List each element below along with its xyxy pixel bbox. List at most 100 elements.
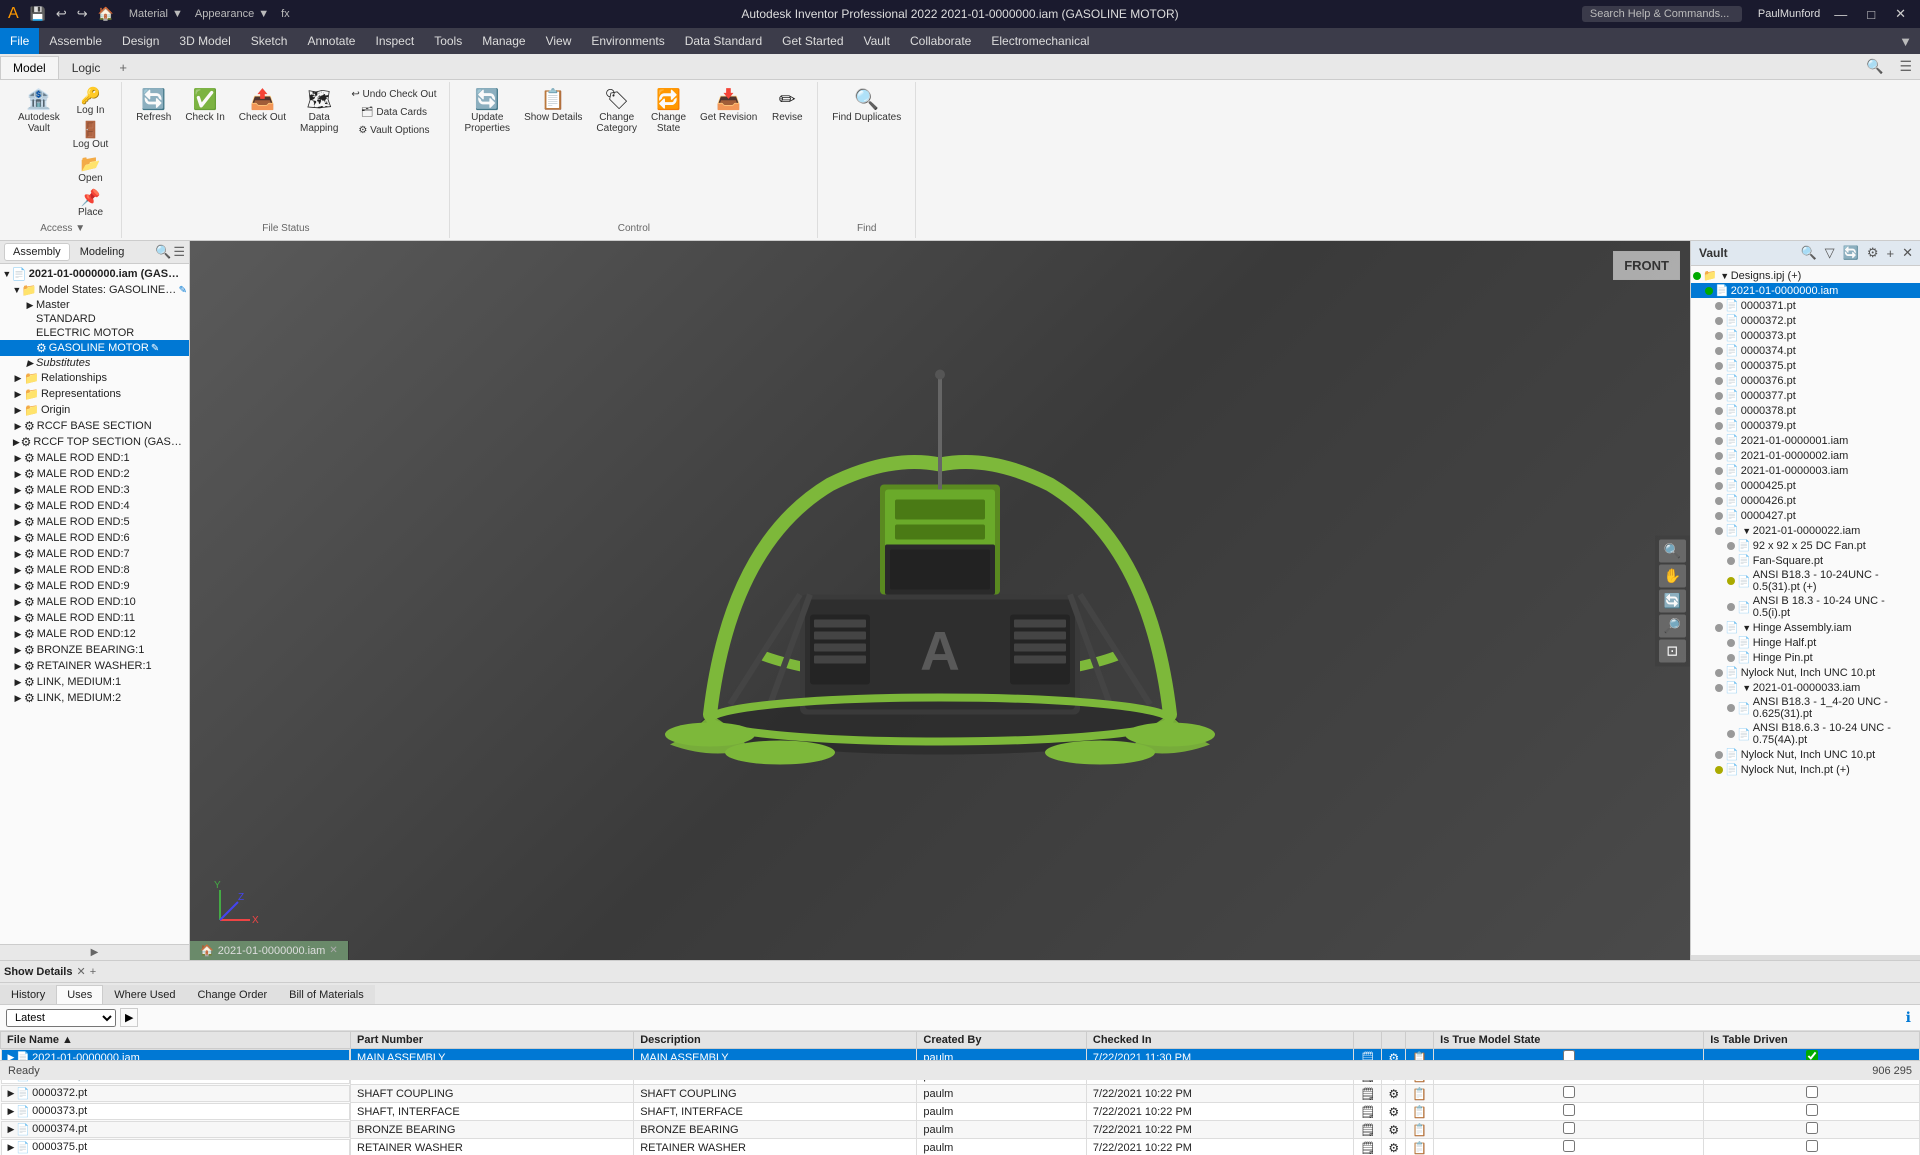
vault-item-425[interactable]: 📄 0000425.pt xyxy=(1691,478,1920,493)
ribbon-btn-changestate[interactable]: 🔁 ChangeState xyxy=(645,86,692,138)
col-truestate[interactable]: Is True Model State xyxy=(1434,1032,1704,1049)
vault-item-ansi2[interactable]: 📄 ANSI B 18.3 - 10-24 UNC - 0.5(i).pt xyxy=(1691,594,1920,620)
expand-rccf-base[interactable]: ▶ xyxy=(12,421,24,432)
pan-btn[interactable]: ✋ xyxy=(1659,564,1686,587)
vault-item-nylock2[interactable]: 📄 Nylock Nut, Inch UNC 10.pt xyxy=(1691,747,1920,762)
tab-search-icon[interactable]: 🔍 xyxy=(1858,54,1891,79)
cell-tabledriven[interactable] xyxy=(1704,1139,1920,1155)
menu-environments[interactable]: Environments xyxy=(581,28,674,54)
expand-0022[interactable]: ▼ xyxy=(1741,526,1753,536)
zoom-out-btn[interactable]: 🔎 xyxy=(1659,614,1686,637)
menu-inspect[interactable]: Inspect xyxy=(365,28,424,54)
tree-item-relationships[interactable]: ▶ 📁 Relationships xyxy=(0,370,189,386)
menu-annotate[interactable]: Annotate xyxy=(297,28,365,54)
menu-vault[interactable]: Vault xyxy=(854,28,900,54)
expand-substitutes[interactable]: ▶ xyxy=(24,358,36,369)
tree-item-rccf-top[interactable]: ▶ ⚙ RCCF TOP SECTION (GASOLINE MOTO... xyxy=(0,434,189,450)
vault-item-main-iam[interactable]: 📄 2021-01-0000000.iam xyxy=(1691,283,1920,298)
tree-item-electric-motor[interactable]: ELECTRIC MOTOR xyxy=(0,326,189,340)
expand-male-rod-4[interactable]: ▶ xyxy=(12,501,24,512)
expand-male-rod-8[interactable]: ▶ xyxy=(12,565,24,576)
expand-rccf-top[interactable]: ▶ xyxy=(12,437,21,448)
ribbon-btn-datamapping[interactable]: 🗺 DataMapping xyxy=(294,86,344,138)
tree-item-model-states[interactable]: ▼ 📁 Model States: GASOLINE MOTOR ✎ xyxy=(0,282,189,298)
col-checkedin[interactable]: Checked In xyxy=(1086,1032,1353,1049)
menu-file[interactable]: File xyxy=(0,28,39,54)
col-tabledriven[interactable]: Is Table Driven xyxy=(1704,1032,1920,1049)
model-tab-close[interactable]: ✕ xyxy=(329,945,337,956)
expand-bronze[interactable]: ▶ xyxy=(12,645,24,656)
menu-design[interactable]: Design xyxy=(112,28,169,54)
ribbon-btn-logout[interactable]: 🚪 Log Out xyxy=(68,120,114,153)
vault-item-fan-square[interactable]: 📄 Fan-Square.pt xyxy=(1691,553,1920,568)
expand-male-rod-12[interactable]: ▶ xyxy=(12,629,24,640)
expand-origin[interactable]: ▶ xyxy=(12,405,24,416)
vault-item-378[interactable]: 📄 0000378.pt xyxy=(1691,403,1920,418)
ribbon-btn-vaultoptions[interactable]: ⚙ Vault Options xyxy=(346,122,441,139)
tab-model[interactable]: Model xyxy=(0,56,59,79)
vault-item-hinge-half[interactable]: 📄 Hinge Half.pt xyxy=(1691,635,1920,650)
ribbon-btn-findduplicates[interactable]: 🔍 Find Duplicates xyxy=(826,86,907,127)
vault-item-designs[interactable]: 📁 ▼ Designs.ipj (+) xyxy=(1691,268,1920,283)
ribbon-collapse-icon[interactable]: ▼ xyxy=(1891,34,1920,49)
cell-truestate[interactable] xyxy=(1434,1085,1704,1103)
tree-item-representations[interactable]: ▶ 📁 Representations xyxy=(0,386,189,402)
row-expand-icon[interactable]: ▶ xyxy=(8,1106,15,1117)
filter-apply-btn[interactable]: ▶ xyxy=(120,1008,138,1027)
expand-male-rod-6[interactable]: ▶ xyxy=(12,533,24,544)
tree-item-male-rod-1[interactable]: ▶ ⚙ MALE ROD END:1 xyxy=(0,450,189,466)
tree-item-standard[interactable]: STANDARD xyxy=(0,312,189,326)
expand-male-rod-7[interactable]: ▶ xyxy=(12,549,24,560)
vault-item-nylock1[interactable]: 📄 Nylock Nut, Inch UNC 10.pt xyxy=(1691,665,1920,680)
col-createdby[interactable]: Created By xyxy=(917,1032,1087,1049)
col-description[interactable]: Description xyxy=(634,1032,917,1049)
checkbox-truestate[interactable] xyxy=(1563,1122,1575,1134)
vault-item-373[interactable]: 📄 0000373.pt xyxy=(1691,328,1920,343)
maximize-btn[interactable]: □ xyxy=(1861,5,1881,24)
expand-hinge[interactable]: ▼ xyxy=(1741,623,1753,633)
row-expand-icon[interactable]: ▶ xyxy=(8,1088,15,1099)
vault-item-0033[interactable]: 📄 ▼ 2021-01-0000033.iam xyxy=(1691,680,1920,695)
vault-item-426[interactable]: 📄 0000426.pt xyxy=(1691,493,1920,508)
vault-item-371[interactable]: 📄 0000371.pt xyxy=(1691,298,1920,313)
vault-item-0022[interactable]: 📄 ▼ 2021-01-0000022.iam xyxy=(1691,523,1920,538)
quick-access-redo[interactable]: ↪ xyxy=(74,4,91,24)
cell-tabledriven[interactable] xyxy=(1704,1121,1920,1139)
expand-male-rod-3[interactable]: ▶ xyxy=(12,485,24,496)
vault-item-372[interactable]: 📄 0000372.pt xyxy=(1691,313,1920,328)
viewport[interactable]: A xyxy=(190,241,1690,960)
vault-search-btn[interactable]: 🔍 xyxy=(1797,243,1819,263)
ribbon-btn-datacards[interactable]: 🗂 Data Cards xyxy=(346,104,441,121)
table-row[interactable]: ▶📄0000375.ptRETAINER WASHERRETAINER WASH… xyxy=(1,1139,1920,1155)
tree-item-male-rod-7[interactable]: ▶ ⚙ MALE ROD END:7 xyxy=(0,546,189,562)
row-expand-icon[interactable]: ▶ xyxy=(8,1142,15,1153)
fit-btn[interactable]: ⊡ xyxy=(1659,639,1686,662)
tab-modeling[interactable]: Modeling xyxy=(72,244,133,260)
expand-male-rod-9[interactable]: ▶ xyxy=(12,581,24,592)
search-help-input[interactable]: Search Help & Commands... xyxy=(1582,6,1742,22)
vault-item-427[interactable]: 📄 0000427.pt xyxy=(1691,508,1920,523)
edit-gasoline-icon[interactable]: ✎ xyxy=(151,343,159,354)
vault-item-375[interactable]: 📄 0000375.pt xyxy=(1691,358,1920,373)
tree-item-male-rod-4[interactable]: ▶ ⚙ MALE ROD END:4 xyxy=(0,498,189,514)
menu-data-standard[interactable]: Data Standard xyxy=(675,28,772,54)
cell-truestate[interactable] xyxy=(1434,1121,1704,1139)
menu-electromechanical[interactable]: Electromechanical xyxy=(981,28,1099,54)
tree-scroll-more[interactable]: ▶ xyxy=(0,944,189,960)
expand-male-rod-5[interactable]: ▶ xyxy=(12,517,24,528)
expand-model-states[interactable]: ▼ xyxy=(12,285,22,295)
expand-master[interactable]: ▶ xyxy=(24,300,36,311)
vault-settings-btn[interactable]: ⚙ xyxy=(1864,243,1882,263)
tree-item-bronze-bearing[interactable]: ▶ ⚙ BRONZE BEARING:1 xyxy=(0,642,189,658)
menu-sketch[interactable]: Sketch xyxy=(241,28,298,54)
quick-access-home[interactable]: 🏠 xyxy=(95,4,117,24)
vault-filter-btn[interactable]: ▽ xyxy=(1822,243,1838,263)
expand-male-rod-2[interactable]: ▶ xyxy=(12,469,24,480)
vault-item-0001[interactable]: 📄 2021-01-0000001.iam xyxy=(1691,433,1920,448)
vault-item-ansi3[interactable]: 📄 ANSI B18.3 - 1_4-20 UNC - 0.625(31).pt xyxy=(1691,695,1920,721)
vault-item-374[interactable]: 📄 0000374.pt xyxy=(1691,343,1920,358)
vault-item-hinge-asm[interactable]: 📄 ▼ Hinge Assembly.iam xyxy=(1691,620,1920,635)
checkbox-tabledriven[interactable] xyxy=(1806,1086,1818,1098)
checkbox-tabledriven[interactable] xyxy=(1806,1140,1818,1152)
vault-item-ansi4[interactable]: 📄 ANSI B18.6.3 - 10-24 UNC - 0.75(4A).pt xyxy=(1691,721,1920,747)
